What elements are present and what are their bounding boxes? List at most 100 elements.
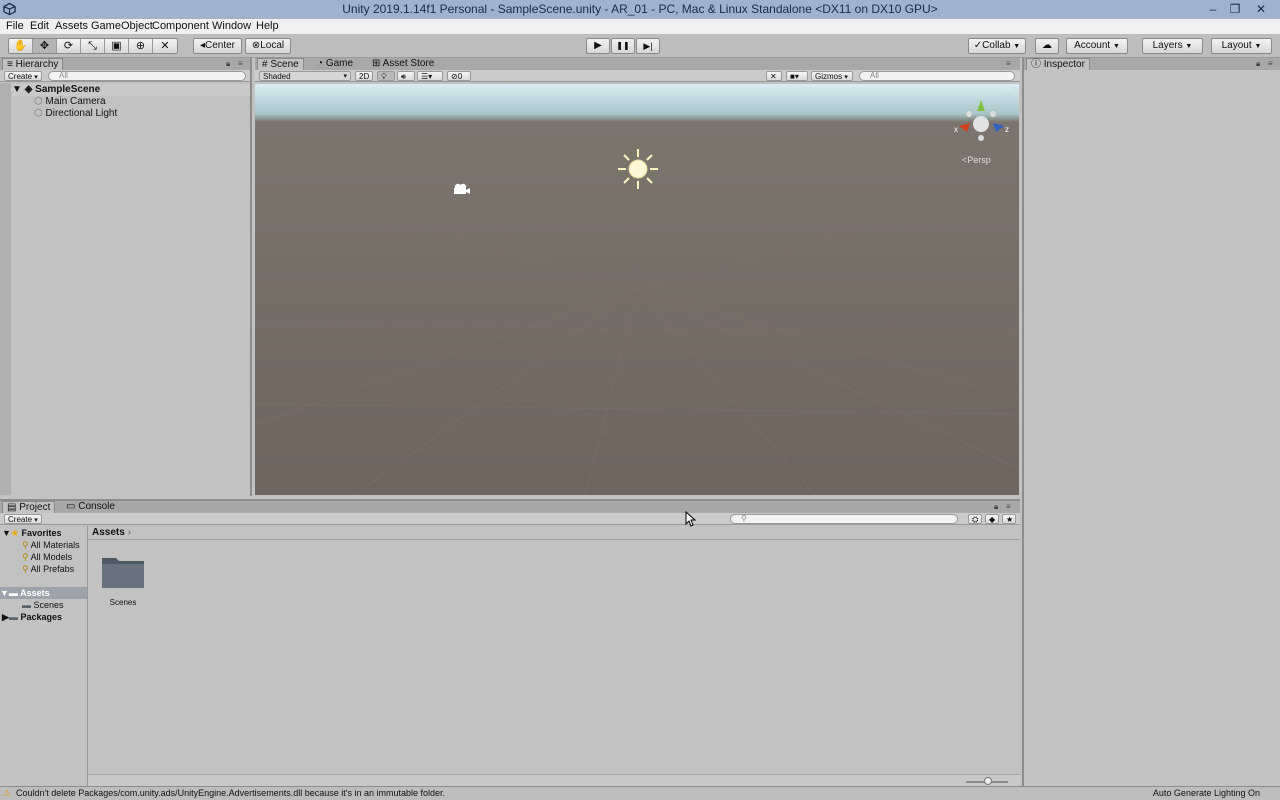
panel-menu-icon[interactable]: ≡ [1006,59,1011,68]
tab-inspector[interactable]: ⓘ Inspector [1026,58,1090,70]
filter-label-icon[interactable]: ◆ [985,514,999,524]
cloud-button[interactable]: ☁ [1035,38,1059,54]
pivot-local-button[interactable]: ⊗Local [245,38,291,54]
menu-window[interactable]: Window [212,19,251,34]
console-icon: ▭ [66,501,79,512]
scale-tool-icon[interactable]: ⤡ [81,39,105,53]
scene-row[interactable]: ▼ ◈ SampleScene [12,84,250,96]
toggle-2d-button[interactable]: 2D [355,71,374,81]
menu-assets[interactable]: Assets [55,19,88,34]
menu-help[interactable]: Help [256,19,279,34]
expand-arrow-icon[interactable]: ▼ [2,528,11,538]
chevron-down-icon: ▾ [343,73,347,80]
pivot-center-button[interactable]: ◂Center [193,38,242,54]
hierarchy-item-main-camera[interactable]: ⬡ Main Camera [34,96,106,108]
asset-folder-scenes[interactable]: Scenes [100,554,146,607]
folder-row-scenes[interactable]: ▬ Scenes [22,599,64,611]
lock-icon[interactable]: 🔒︎ [994,502,998,512]
collab-label: Collab [982,40,1011,51]
collab-button[interactable]: ✓Collab ▼ [968,38,1026,54]
create-button[interactable]: Create ▾ [4,514,42,524]
account-button[interactable]: Account ▼ [1066,38,1128,54]
hand-tool-icon[interactable]: ✋ [9,39,33,53]
persp-toggle[interactable]: <Persp [962,155,991,165]
scene-viewport[interactable]: x z <Persp ≡ [255,84,1019,495]
panel-menu-icon[interactable]: ≡ [1006,502,1011,511]
custom-tool-icon[interactable]: ✕ [153,39,177,53]
maximize-button[interactable]: ❐ [1224,0,1246,18]
hidden-objects-toggle[interactable]: ⊘0 [447,71,471,81]
rect-tool-icon[interactable]: ▣ [105,39,129,53]
menu-component[interactable]: Component [152,19,209,34]
close-button[interactable]: ✕ [1250,0,1272,18]
transform-tool-icon[interactable]: ⊕ [129,39,153,53]
layout-label: Layout [1221,40,1252,51]
play-button[interactable]: ▶ [586,38,610,54]
zoom-slider-handle[interactable] [984,777,992,785]
lock-icon[interactable]: 🔒︎ [1256,59,1260,69]
scene-grid [255,180,1019,495]
folder-row-label: Scenes [33,600,64,610]
effects-dropdown-icon[interactable]: ☰▾ [417,71,443,81]
gameobject-icon: ⬡ [34,108,46,119]
tab-asset-store[interactable]: ⊞ Asset Store [368,58,438,70]
menu-edit[interactable]: Edit [30,19,49,34]
tab-project[interactable]: ▤ Project [2,501,56,513]
tools-icon[interactable]: ✕ [766,71,782,81]
status-message[interactable]: Couldn't delete Packages/com.unity.ads/U… [16,787,445,800]
favorites-item-prefabs[interactable]: ⚲ All Prefabs [22,563,74,575]
warning-icon: ⚠ [3,788,12,798]
chevron-right-icon: › [127,527,131,538]
minimize-button[interactable]: – [1202,0,1224,18]
main-toolbar: ✋ ✥ ⟳ ⤡ ▣ ⊕ ✕ ◂Center ⊗Local ▶ ❚❚ ▶| ✓Co… [0,34,1280,58]
pause-button[interactable]: ❚❚ [611,38,635,54]
hierarchy-search-input[interactable]: All [48,71,246,81]
create-button[interactable]: Create ▾ [4,71,42,81]
step-button[interactable]: ▶| [636,38,660,54]
tab-scene[interactable]: # Scene [257,58,304,70]
lighting-status[interactable]: Auto Generate Lighting On [1153,787,1260,800]
tab-console[interactable]: ▭ Console [62,501,119,513]
layers-button[interactable]: Layers ▼ [1142,38,1203,54]
folder-icon: ▬ [8,588,18,598]
rotate-tool-icon[interactable]: ⟳ [57,39,81,53]
sun-light-icon[interactable] [616,147,660,191]
panel-menu-icon[interactable]: ≡ [1268,59,1273,68]
camera-dropdown-icon[interactable]: ■▾ [786,71,808,81]
panel-menu-icon[interactable]: ≡ [238,59,243,68]
packages-folder-row[interactable]: ▶▬ Packages [2,611,62,623]
tab-hierarchy[interactable]: ≡ Hierarchy [2,58,64,70]
favorites-item-models[interactable]: ⚲ All Models [22,551,72,563]
favorite-star-icon[interactable]: ★ [1002,514,1016,524]
filter-type-icon[interactable]: ⛭ [968,514,982,524]
hierarchy-item-directional-light[interactable]: ⬡ Directional Light [34,108,117,120]
viewport-menu-icon[interactable]: ≡ [1006,93,1010,100]
layout-button[interactable]: Layout ▼ [1211,38,1272,54]
axis-gizmo-icon[interactable] [949,96,1009,144]
assets-folder-row[interactable]: ▼▬ Assets [0,587,87,599]
search-icon: ⚲ [22,540,29,550]
expand-arrow-icon[interactable]: ▼ [0,588,9,598]
tab-game[interactable]: ◔ Game [313,58,357,70]
unity-scene-icon: ◈ [24,84,36,95]
expand-arrow-icon[interactable]: ▶ [2,612,9,622]
camera-gizmo-icon[interactable] [451,182,471,196]
scene-search-input[interactable]: All [859,71,1015,81]
tab-console-label: Console [78,501,115,512]
packages-folder-label: Packages [20,612,62,622]
shading-dropdown[interactable]: Shaded ▾ [259,71,351,81]
favorites-item-materials[interactable]: ⚲ All Materials [22,539,80,551]
eye-off-icon: ⊘ [451,72,458,81]
create-label: Create [8,515,33,524]
lock-icon[interactable]: 🔒︎ [226,59,230,69]
move-tool-icon[interactable]: ✥ [33,39,57,53]
menu-file[interactable]: File [6,19,24,34]
favorites-row[interactable]: ▼★ Favorites [2,527,62,539]
audio-toggle-icon[interactable]: 🔊︎ [397,71,415,81]
gizmos-dropdown[interactable]: Gizmos ▾ [811,71,853,81]
menu-gameobject[interactable]: GameObject [91,19,153,34]
expand-arrow-icon[interactable]: ▼ [12,84,25,95]
breadcrumb-assets[interactable]: Assets [92,527,125,538]
lighting-toggle-icon[interactable]: 💡︎ [377,71,395,81]
project-search-input[interactable]: ⚲ [730,514,958,524]
